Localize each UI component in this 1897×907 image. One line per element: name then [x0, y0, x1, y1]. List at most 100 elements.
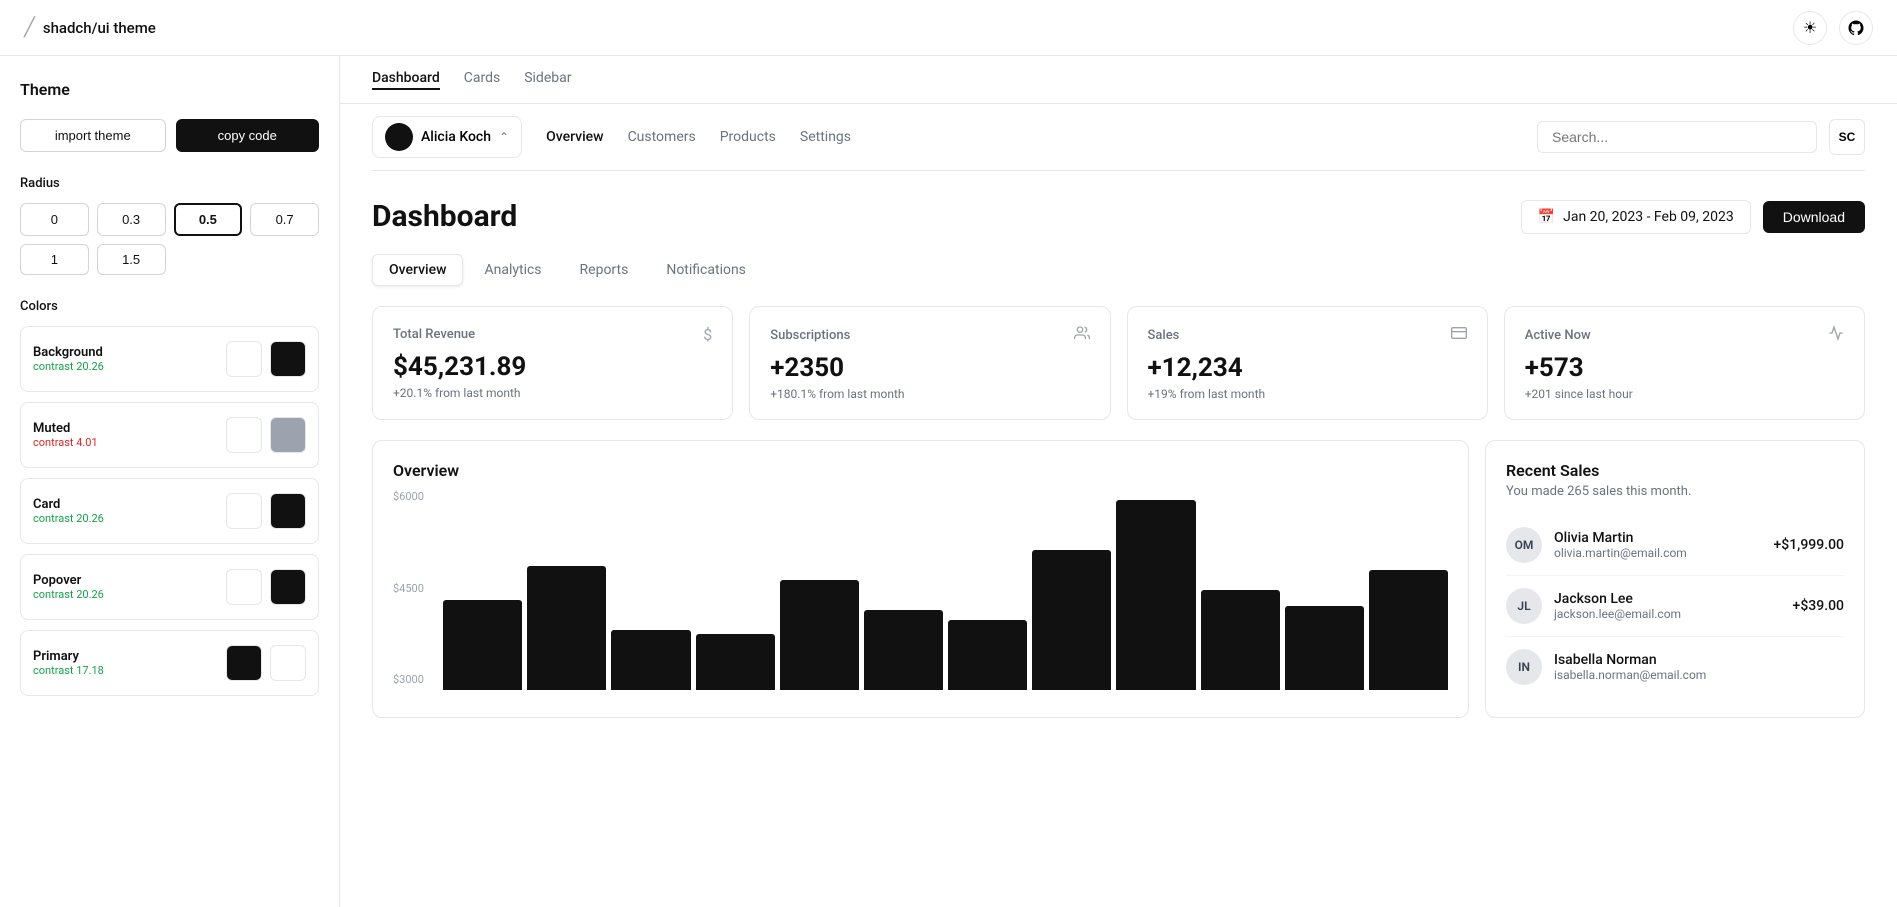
user-selector[interactable]: Alicia Koch ⌃: [372, 116, 522, 158]
github-button[interactable]: [1839, 11, 1873, 45]
color-row-primary: Primary contrast 17.18: [20, 630, 319, 696]
stat-value-active: +573: [1525, 353, 1844, 383]
stat-value-revenue: $45,231.89: [393, 352, 712, 382]
swatch-white-muted[interactable]: [226, 417, 262, 453]
import-theme-button[interactable]: import theme: [20, 119, 166, 152]
tab-cards[interactable]: Cards: [464, 70, 500, 90]
y-label-4500: $4500: [393, 582, 424, 595]
stats-grid: Total Revenue $ $45,231.89 +20.1% from l…: [372, 306, 1865, 420]
users-icon: [1074, 325, 1090, 345]
credit-card-icon: [1451, 325, 1467, 345]
stat-sub-subs: +180.1% from last month: [770, 387, 1089, 401]
colors-label: Colors: [20, 299, 319, 314]
right-content: Dashboard Cards Sidebar Alicia Koch ⌃ Ov…: [340, 56, 1897, 907]
nav-link-overview[interactable]: Overview: [546, 129, 603, 145]
color-swatches-primary: [226, 645, 306, 681]
radius-05[interactable]: 0.5: [174, 203, 243, 236]
color-label-primary: Primary: [33, 649, 104, 664]
swatch-black-popover[interactable]: [270, 569, 306, 605]
search-input[interactable]: [1537, 121, 1817, 153]
sale-amount-1: +$1,999.00: [1774, 537, 1845, 553]
sub-tab-notifications[interactable]: Notifications: [649, 254, 763, 286]
color-contrast-popover: contrast 20.26: [33, 588, 104, 601]
stat-card-subscriptions: Subscriptions +2350 +180.1% from last mo…: [749, 306, 1110, 420]
calendar-icon: 📅: [1538, 209, 1555, 225]
swatch-white-card[interactable]: [226, 493, 262, 529]
stat-label-subs: Subscriptions: [770, 328, 850, 343]
stat-card-header-active: Active Now: [1525, 325, 1844, 345]
color-label-card: Card: [33, 497, 104, 512]
radius-label: Radius: [20, 176, 319, 191]
swatch-black-primary[interactable]: [226, 645, 262, 681]
stat-card-active: Active Now +573 +201 since last hour: [1504, 306, 1865, 420]
chart-bar-4: [780, 580, 859, 690]
swatch-gray-muted[interactable]: [270, 417, 306, 453]
sale-left-1: OM Olivia Martin olivia.martin@email.com: [1506, 527, 1687, 563]
dashboard-header-right: 📅 Jan 20, 2023 - Feb 09, 2023 Download: [1521, 200, 1865, 234]
radius-15[interactable]: 1.5: [97, 244, 166, 275]
radius-0[interactable]: 0: [20, 203, 89, 236]
color-row-background: Background contrast 20.26: [20, 326, 319, 392]
sale-avatar-2: JL: [1506, 588, 1542, 624]
swatch-white-primary[interactable]: [270, 645, 306, 681]
radius-03[interactable]: 0.3: [97, 203, 166, 236]
sub-tab-analytics[interactable]: Analytics: [467, 254, 558, 286]
nav-left: Alicia Koch ⌃ Overview Customers Product…: [372, 116, 851, 158]
topbar-right: ☀: [1793, 11, 1873, 45]
date-range-picker[interactable]: 📅 Jan 20, 2023 - Feb 09, 2023: [1521, 200, 1751, 234]
chart-bar-11: [1369, 570, 1448, 690]
theme-toggle-button[interactable]: ☀: [1793, 11, 1827, 45]
swatch-white-background[interactable]: [226, 341, 262, 377]
sale-left-3: IN Isabella Norman isabella.norman@email…: [1506, 649, 1706, 685]
nav-bar: Alicia Koch ⌃ Overview Customers Product…: [372, 104, 1865, 171]
chart-y-labels: $6000 $4500 $3000: [393, 490, 424, 690]
stat-card-header-subs: Subscriptions: [770, 325, 1089, 345]
radius-1[interactable]: 1: [20, 244, 89, 275]
nav-link-products[interactable]: Products: [720, 129, 776, 145]
sub-tab-overview[interactable]: Overview: [372, 254, 463, 286]
activity-icon: [1828, 325, 1844, 345]
stat-label-sales: Sales: [1148, 328, 1180, 343]
swatch-white-popover[interactable]: [226, 569, 262, 605]
stat-value-sales: +12,234: [1148, 353, 1467, 383]
chart-bar-6: [948, 620, 1027, 690]
y-label-3000: $3000: [393, 673, 424, 686]
sale-avatar-3: IN: [1506, 649, 1542, 685]
color-row-card: Card contrast 20.26: [20, 478, 319, 544]
color-row-popover: Popover contrast 20.26: [20, 554, 319, 620]
stat-card-header-sales: Sales: [1148, 325, 1467, 345]
user-name-label: Alicia Koch: [421, 129, 491, 145]
tab-dashboard[interactable]: Dashboard: [372, 70, 440, 90]
nav-link-customers[interactable]: Customers: [628, 129, 696, 145]
y-label-6000: $6000: [393, 490, 424, 503]
tab-sidebar[interactable]: Sidebar: [524, 70, 571, 90]
sale-name-3: Isabella Norman: [1554, 652, 1706, 668]
color-swatches-muted: [226, 417, 306, 453]
sub-tab-reports[interactable]: Reports: [563, 254, 646, 286]
theme-heading: Theme: [20, 80, 319, 99]
color-label-muted: Muted: [33, 421, 98, 436]
chart-bar-10: [1285, 606, 1364, 690]
sale-info-2: Jackson Lee jackson.lee@email.com: [1554, 591, 1681, 621]
sale-row-3: IN Isabella Norman isabella.norman@email…: [1506, 637, 1844, 697]
sc-button[interactable]: SC: [1829, 119, 1865, 155]
copy-code-button[interactable]: copy code: [176, 119, 320, 152]
bottom-grid: Overview $6000 $4500 $3000 Recent Sales …: [372, 440, 1865, 718]
chart-bar-2: [611, 630, 690, 690]
download-button[interactable]: Download: [1763, 201, 1865, 233]
sale-email-2: jackson.lee@email.com: [1554, 607, 1681, 621]
chart-bar-0: [443, 600, 522, 690]
dashboard-title: Dashboard: [372, 199, 517, 234]
app-logo: shadch/ui theme: [43, 19, 156, 37]
sale-left-2: JL Jackson Lee jackson.lee@email.com: [1506, 588, 1681, 624]
slash-icon: ╱: [24, 17, 35, 38]
radius-07[interactable]: 0.7: [250, 203, 319, 236]
dashboard-area: Alicia Koch ⌃ Overview Customers Product…: [340, 104, 1897, 750]
stat-sub-revenue: +20.1% from last month: [393, 386, 712, 400]
sale-name-2: Jackson Lee: [1554, 591, 1681, 607]
swatch-black-card[interactable]: [270, 493, 306, 529]
sale-avatar-1: OM: [1506, 527, 1542, 563]
swatch-black-background[interactable]: [270, 341, 306, 377]
nav-right: SC: [1537, 119, 1865, 155]
nav-link-settings[interactable]: Settings: [800, 129, 851, 145]
